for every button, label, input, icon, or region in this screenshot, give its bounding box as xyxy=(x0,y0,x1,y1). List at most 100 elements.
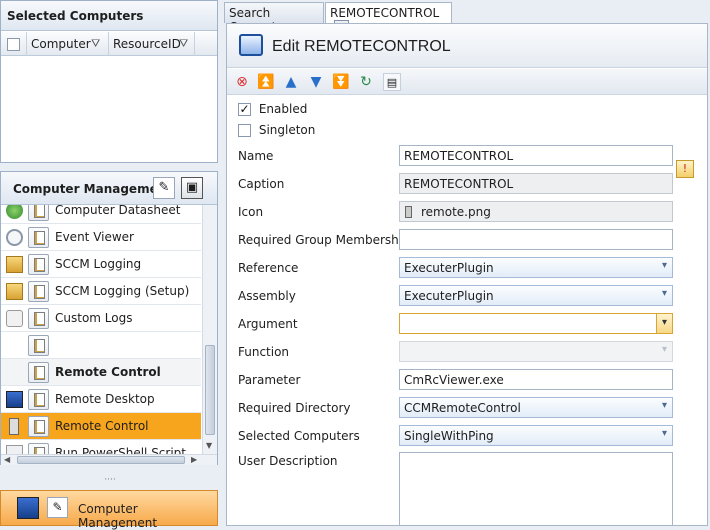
assembly-label: Assembly xyxy=(238,289,296,303)
edit-window-icon xyxy=(239,34,263,56)
computer-management-icon xyxy=(17,497,39,519)
computer-management-title: Computer Management xyxy=(13,182,172,196)
list-item[interactable]: Run PowerShell Script xyxy=(1,440,201,454)
nav-computer-management[interactable]: ✎ Computer Management xyxy=(0,490,218,530)
select-all-checkbox-cell[interactable] xyxy=(1,32,27,56)
delete-icon[interactable]: ⊗ xyxy=(233,73,251,91)
user-description-label: User Description xyxy=(238,454,338,468)
selected-computers-grid-header: Computer ⛛ ResourceID ⛛ xyxy=(1,32,217,56)
caption-label: Caption xyxy=(238,177,285,191)
edit-document-icon[interactable] xyxy=(28,281,49,302)
caption-input[interactable]: REMOTECONTROL xyxy=(399,173,673,194)
parameter-label: Parameter xyxy=(238,373,301,387)
edit-document-icon[interactable] xyxy=(28,362,49,383)
edit-document-icon[interactable] xyxy=(28,416,49,437)
enabled-checkbox-row[interactable]: Enabled xyxy=(238,102,307,116)
edit-document-icon[interactable] xyxy=(28,335,49,356)
edit-panel: Edit REMOTECONTROL ⊗ ⏫ ▲ ▼ ⏬ ↻ ▤ Enabled… xyxy=(226,23,708,526)
edit-document-icon[interactable] xyxy=(28,308,49,329)
column-resourceid[interactable]: ResourceID ⛛ xyxy=(109,32,195,56)
folder-icon xyxy=(6,283,23,300)
argument-label: Argument xyxy=(238,317,298,331)
list-item-selected[interactable]: Remote Control xyxy=(1,413,201,440)
reference-dropdown[interactable]: ExecuterPlugin xyxy=(399,257,673,278)
list-group-header[interactable]: Remote Control xyxy=(1,359,201,386)
scroll-left-icon[interactable]: ◀ xyxy=(4,455,10,464)
singleton-checkbox-row[interactable]: Singleton xyxy=(238,123,315,137)
required-directory-dropdown[interactable]: CCMRemoteControl xyxy=(399,397,673,418)
singleton-checkbox[interactable] xyxy=(238,124,251,137)
selected-computers-dropdown[interactable]: SingleWithPing xyxy=(399,425,673,446)
computer-management-panel: Computer Management ✎ ▣ Computer Datashe… xyxy=(0,171,218,465)
right-pane: Search Computer REMOTECONTROLx Edit REMO… xyxy=(224,0,710,526)
splitter-grip[interactable]: ···· xyxy=(0,476,220,490)
list-item[interactable]: SCCM Logging (Setup) xyxy=(1,278,201,305)
reference-label: Reference xyxy=(238,261,299,275)
move-bottom-icon[interactable]: ⏬ xyxy=(332,73,350,91)
scrollbar-thumb[interactable] xyxy=(205,345,215,435)
assembly-dropdown[interactable]: ExecuterPlugin xyxy=(399,285,673,306)
list-item[interactable]: Event Viewer xyxy=(1,224,201,251)
filter-icon[interactable]: ⛛ xyxy=(91,37,100,51)
vertical-scrollbar[interactable]: ▼ xyxy=(202,205,217,454)
icon-input[interactable]: remote.png xyxy=(399,201,673,222)
icon-label: Icon xyxy=(238,205,264,219)
globe-icon xyxy=(6,205,23,219)
computer-management-header: Computer Management ✎ ▣ xyxy=(1,172,217,205)
horizontal-scrollbar[interactable]: ◀ ▶ xyxy=(1,454,217,465)
refresh-icon[interactable]: ↻ xyxy=(357,73,375,91)
move-up-icon[interactable]: ▲ xyxy=(282,73,300,91)
editor-title: Edit REMOTECONTROL xyxy=(272,38,451,55)
edit-document-icon[interactable]: ✎ xyxy=(153,177,175,199)
list-item[interactable]: Computer Datasheet xyxy=(1,205,201,224)
scrollbar-thumb[interactable] xyxy=(17,456,185,464)
list-item[interactable] xyxy=(1,332,201,359)
name-input[interactable]: REMOTECONTROL xyxy=(399,145,673,166)
warning-icon[interactable]: ! xyxy=(676,160,694,178)
list-item[interactable]: Custom Logs xyxy=(1,305,201,332)
tab-search-computer[interactable]: Search Computer xyxy=(224,2,324,34)
computer-management-list: Computer Datasheet Event Viewer SCCM Log… xyxy=(1,205,201,454)
function-dropdown[interactable] xyxy=(399,341,673,362)
save-icon[interactable]: ▣ xyxy=(181,177,203,199)
required-group-input[interactable] xyxy=(399,229,673,250)
script-run-icon xyxy=(6,445,23,454)
enabled-label: Enabled xyxy=(258,102,308,116)
user-description-textarea[interactable] xyxy=(399,452,673,526)
scroll-icon xyxy=(6,310,23,327)
edit-document-icon[interactable] xyxy=(28,205,49,221)
editor-header: Edit REMOTECONTROL xyxy=(227,24,707,68)
left-pane: Selected Computers Computer ⛛ ResourceID… xyxy=(0,0,220,530)
required-directory-label: Required Directory xyxy=(238,401,351,415)
scroll-right-icon[interactable]: ▶ xyxy=(191,455,197,464)
monitor-icon xyxy=(6,391,23,408)
edit-document-icon[interactable]: ✎ xyxy=(47,497,68,518)
scroll-down-icon[interactable]: ▼ xyxy=(206,441,212,450)
clock-icon xyxy=(6,229,23,246)
column-computer[interactable]: Computer ⛛ xyxy=(27,32,109,56)
selected-computers-panel: Selected Computers Computer ⛛ ResourceID… xyxy=(0,0,218,163)
move-down-icon[interactable]: ▼ xyxy=(307,73,325,91)
required-group-label: Required Group Membership xyxy=(238,233,410,247)
clipboard-icon[interactable]: ▤ xyxy=(383,73,401,91)
select-all-checkbox[interactable] xyxy=(7,38,20,51)
filter-icon[interactable]: ⛛ xyxy=(179,37,188,51)
edit-document-icon[interactable] xyxy=(28,443,49,454)
file-icon xyxy=(405,206,412,218)
selected-computers-label: Selected Computers xyxy=(238,429,360,443)
singleton-label: Singleton xyxy=(258,123,316,137)
remote-icon xyxy=(9,418,19,435)
list-item[interactable]: Remote Desktop xyxy=(1,386,201,413)
edit-document-icon[interactable] xyxy=(28,227,49,248)
move-top-icon[interactable]: ⏫ xyxy=(257,73,275,91)
chevron-down-icon[interactable]: ▾ xyxy=(656,314,672,333)
name-label: Name xyxy=(238,149,274,163)
list-item[interactable]: SCCM Logging xyxy=(1,251,201,278)
enabled-checkbox[interactable] xyxy=(238,103,251,116)
argument-combobox[interactable]: ▾ xyxy=(399,313,673,334)
tab-remotecontrol[interactable]: REMOTECONTROLx xyxy=(325,2,452,34)
selected-computers-title: Selected Computers xyxy=(1,1,217,31)
edit-document-icon[interactable] xyxy=(28,389,49,410)
edit-document-icon[interactable] xyxy=(28,254,49,275)
parameter-input[interactable]: CmRcViewer.exe xyxy=(399,369,673,390)
